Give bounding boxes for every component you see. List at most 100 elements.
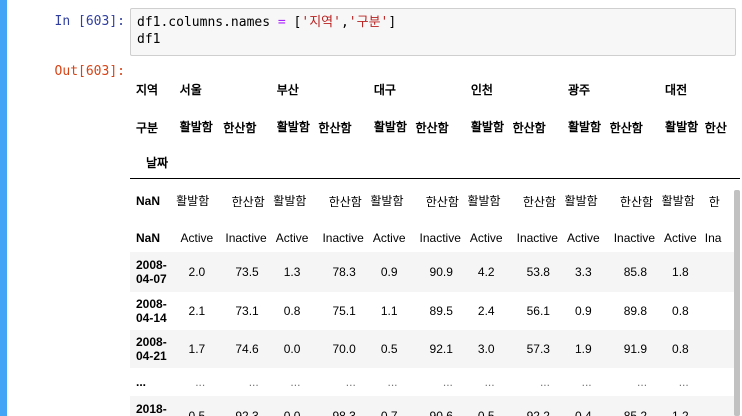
header-row-region: 지역 서울 부산 대구 인천 광주 대전 — [130, 72, 740, 106]
table-cell: Inactive — [419, 231, 461, 245]
table-cell: 89.8 — [623, 304, 648, 318]
table-row: 2018-04-30 0.5 92.3 0.0 98.3 0.7 90.6 0.5 92.2 0.… — [130, 396, 740, 416]
table-cell: 1.2 — [672, 409, 689, 416]
table-cell: 활발함 — [370, 194, 404, 209]
table-cell: 85.2 — [623, 409, 648, 416]
table-cell: 0.9 — [380, 265, 398, 279]
category-header: 활발함 — [276, 120, 310, 134]
table-cell: 3.0 — [477, 342, 495, 356]
table-cell: 92.1 — [429, 342, 453, 356]
vertical-scrollbar[interactable] — [734, 190, 740, 416]
table-cell: 57.3 — [526, 342, 550, 356]
code-editor[interactable]: df1.columns.names = ['지역','구분'] df1 — [130, 8, 736, 56]
table-cell: ... — [290, 375, 301, 389]
table-cell: 56.1 — [526, 304, 550, 318]
table-cell: Inactive — [516, 231, 558, 245]
region-header: 부산 — [276, 82, 299, 97]
category-header: 한산함 — [223, 120, 257, 135]
table-cell: 0.5 — [188, 409, 206, 416]
code-token: ] — [388, 15, 397, 30]
table-cell: 90.6 — [429, 409, 453, 416]
row-index: 2008- 04-14 — [136, 297, 167, 325]
table-cell: 0.4 — [574, 409, 592, 416]
table-cell: 한산함 — [231, 194, 265, 209]
table-cell: ... — [637, 375, 648, 389]
row-index: 2018-04-30 — [136, 402, 167, 416]
table-cell: 0.0 — [283, 409, 301, 416]
code-operator: = — [270, 15, 294, 30]
code-line-2: df1 — [137, 32, 161, 47]
level0-name: 지역 — [136, 82, 159, 97]
index-name: 날짜 — [146, 156, 169, 171]
table-cell: 89.5 — [429, 304, 453, 318]
category-header: 활발함 — [567, 120, 602, 134]
empty-header — [174, 148, 740, 178]
table-cell: 활발함 — [661, 194, 695, 209]
table-cell: ... — [387, 375, 398, 389]
table-row: 2008- 04-21 1.7 74.6 0.0 70.0 0.5 92.1 3.0 57.3 1.… — [130, 330, 740, 368]
table-cell: 활발함 — [564, 194, 598, 209]
table-cell: ... — [442, 375, 453, 389]
category-header: 한산함 — [415, 120, 449, 135]
table-cell: ... — [539, 375, 550, 389]
table-cell: ... — [678, 375, 689, 389]
table-cell: Inactive — [613, 231, 656, 245]
table-cell: 한산함 — [328, 194, 362, 209]
table-cell: Active — [664, 231, 697, 245]
table-cell: Inactive — [225, 231, 267, 245]
table-cell: 90.9 — [429, 265, 453, 279]
table-cell: 한산함 — [522, 194, 556, 209]
row-index: ... — [136, 375, 147, 389]
code-string: '지역' — [301, 15, 341, 30]
table-cell: Inactive — [322, 231, 364, 245]
table-cell: 98.3 — [332, 409, 356, 416]
table-cell: 1.7 — [188, 342, 206, 356]
table-cell: 활발함 — [467, 194, 501, 209]
table-cell: 활발함 — [176, 194, 210, 209]
table-cell: 73.5 — [235, 265, 259, 279]
table-cell: 한산함 — [425, 194, 459, 209]
category-header: 한산함 — [609, 120, 643, 135]
category-header: 한산 — [704, 120, 727, 135]
table-cell: ... — [195, 375, 206, 389]
table-cell: Active — [372, 231, 406, 245]
dataframe-table: 지역 서울 부산 대구 인천 광주 대전 구분 활발함 한산함 활발함 한산함 … — [130, 72, 740, 416]
table-cell: 75.1 — [332, 304, 356, 318]
table-row: 2008- 04-07 2.0 73.5 1.3 78.3 0.9 90.9 4.2 53.8 3.… — [130, 252, 740, 292]
cell-selection-bar — [0, 0, 7, 416]
table-cell: 1.1 — [380, 304, 398, 318]
table-cell: 활발함 — [273, 194, 307, 209]
table-cell: Active — [275, 231, 309, 245]
table-row: 2008- 04-14 2.1 73.1 0.8 75.1 1.1 89.5 2.4 56.1 0.… — [130, 292, 740, 330]
row-index: NaN — [136, 194, 161, 209]
table-cell: Active — [566, 231, 600, 245]
table-cell: Active — [469, 231, 503, 245]
table-cell: 4.2 — [477, 265, 495, 279]
table-cell: 0.0 — [283, 342, 301, 356]
code-token: , — [340, 15, 349, 30]
input-prompt: In [603]: — [54, 14, 125, 29]
code-string: '구분' — [348, 15, 389, 30]
header-row-index: 날짜 — [130, 148, 740, 178]
code-line-1: df1.columns.names = ['지역','구분'] — [137, 14, 729, 31]
region-header: 서울 — [179, 82, 202, 97]
table-cell: 2.1 — [188, 304, 206, 318]
table-cell: 92.2 — [526, 409, 550, 416]
table-cell: 0.7 — [380, 409, 398, 416]
table-cell: 78.3 — [332, 265, 356, 279]
table-row: NaN 활발함 한산함 활발함 한산함 활발함 한산함 활발함 한산함 활발함 … — [130, 178, 740, 224]
category-header: 한산함 — [512, 120, 546, 135]
row-index: 2008- 04-07 — [136, 258, 167, 286]
table-cell: 0.8 — [672, 342, 689, 356]
level1-name: 구분 — [136, 120, 159, 135]
table-cell: 2.4 — [477, 304, 495, 318]
output-area: 지역 서울 부산 대구 인천 광주 대전 구분 활발함 한산함 활발함 한산함 … — [130, 72, 740, 416]
table-cell: ... — [248, 375, 259, 389]
table-cell: ... — [345, 375, 356, 389]
table-cell: 91.9 — [623, 342, 648, 356]
row-index: 2008- 04-21 — [136, 335, 167, 363]
category-header: 한산함 — [318, 120, 352, 135]
table-cell: 0.9 — [574, 304, 592, 318]
table-cell: 3.3 — [574, 265, 592, 279]
category-header: 활발함 — [373, 120, 407, 134]
